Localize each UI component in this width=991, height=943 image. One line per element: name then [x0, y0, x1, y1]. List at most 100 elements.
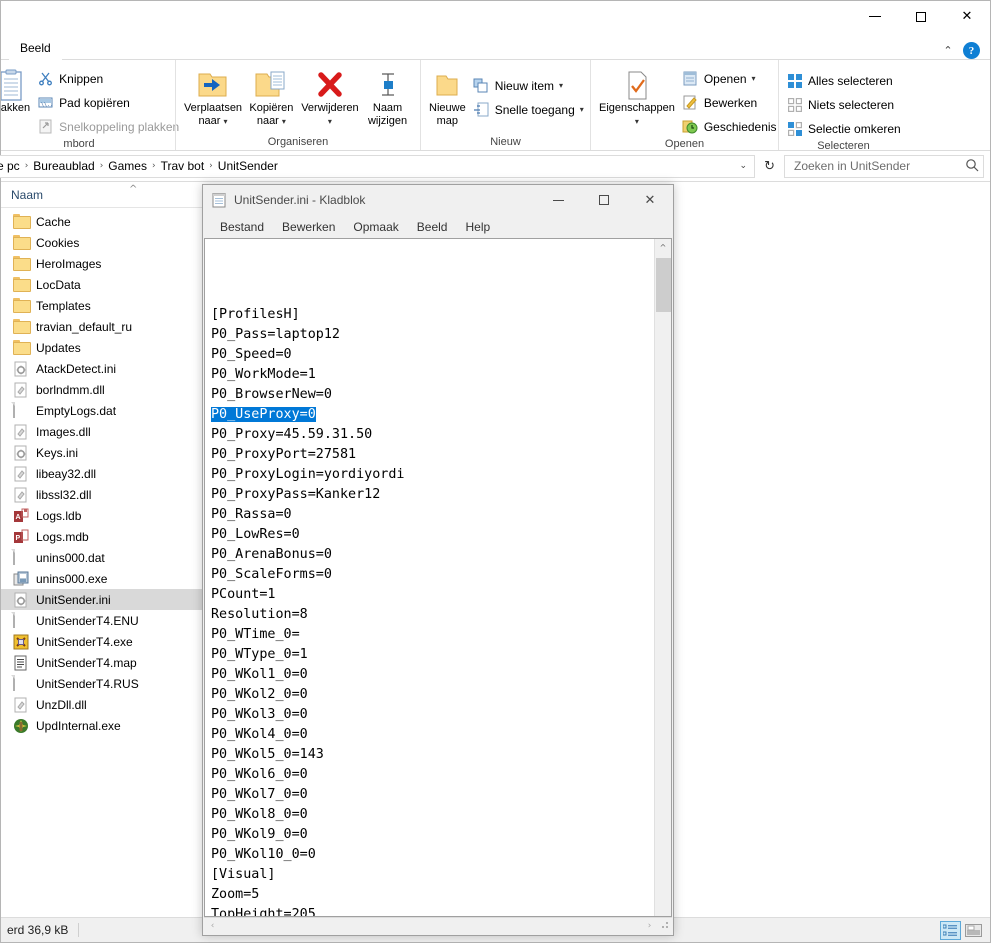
menu-opmaak[interactable]: Opmaak	[344, 217, 407, 237]
breadcrumb-item-0[interactable]: e pc	[0, 159, 23, 173]
document-icon	[13, 611, 15, 628]
notepad-line: P0_ArenaBonus=0	[211, 547, 332, 562]
cut-button[interactable]: Knippen	[34, 67, 184, 90]
quick-access-button[interactable]: Snelle toegang ▾	[470, 98, 589, 121]
menu-beeld[interactable]: Beeld	[408, 217, 457, 237]
breadcrumb-item-3[interactable]: Trav bot	[158, 159, 208, 173]
delete-button[interactable]: Verwijderen ▾	[299, 65, 361, 131]
file-row-travian-default-ru[interactable]: travian_default_ru	[1, 316, 211, 337]
notepad-line: [ProfilesH]	[211, 307, 300, 322]
tab-beeld[interactable]: Beeld	[9, 37, 62, 60]
file-row-emptylogs-dat[interactable]: EmptyLogs.dat	[1, 400, 211, 421]
rename-button[interactable]: Naam wijzigen	[361, 65, 414, 131]
scroll-up-icon[interactable]: ^	[655, 239, 672, 256]
breadcrumb-item-1[interactable]: Bureaublad	[30, 159, 97, 173]
invert-selection-button[interactable]: Selectie omkeren	[783, 117, 906, 140]
file-row-logs-mdb[interactable]: P Logs.mdb	[1, 526, 211, 547]
file-row-logs-ldb[interactable]: A Logs.ldb	[1, 505, 211, 526]
file-row-borlndmm-dll[interactable]: borlndmm.dll	[1, 379, 211, 400]
scroll-right-icon[interactable]: ›	[641, 918, 658, 934]
file-row-unitsendert4-rus[interactable]: UnitSenderT4.RUS	[1, 673, 211, 694]
file-row-libssl32-dll[interactable]: libssl32.dll	[1, 484, 211, 505]
notepad-maximize-button[interactable]	[581, 185, 627, 215]
notepad-minimize-button[interactable]	[535, 185, 581, 215]
new-folder-button[interactable]: Nieuwe map	[427, 65, 468, 131]
scroll-left-icon[interactable]: ‹	[204, 918, 221, 934]
cut-button-label: Knippen	[59, 71, 104, 86]
copy-to-button[interactable]: Kopiëren naar ▾	[244, 65, 299, 131]
breadcrumb-item-2[interactable]: Games	[105, 159, 150, 173]
file-row-unins000-dat[interactable]: unins000.dat	[1, 547, 211, 568]
breadcrumb-separator[interactable]: ›	[150, 161, 158, 171]
file-row-unitsender-ini[interactable]: UnitSender.ini	[1, 589, 209, 610]
notepad-line: P0_WKol1_0=0	[211, 667, 308, 682]
notepad-horizontal-scrollbar[interactable]: ‹ ›	[204, 917, 672, 934]
edit-button[interactable]: Bewerken	[679, 91, 782, 114]
select-all-button[interactable]: Alles selecteren	[783, 69, 906, 92]
notepad-line: P0_WKol5_0=143	[211, 747, 324, 762]
file-row-atackdetect-ini[interactable]: AtackDetect.ini	[1, 358, 211, 379]
resize-grip[interactable]	[658, 918, 672, 934]
refresh-icon[interactable]: ↻	[759, 159, 780, 174]
menu-help[interactable]: Help	[456, 217, 499, 237]
notepad-vertical-scrollbar[interactable]: ^	[654, 239, 671, 916]
collapse-ribbon-icon[interactable]: ⌃	[941, 44, 955, 58]
rename-icon	[373, 68, 403, 102]
title-bar-drag-area[interactable]	[1, 1, 852, 33]
breadcrumb-separator[interactable]: ›	[207, 161, 215, 171]
file-row-templates[interactable]: Templates	[1, 295, 211, 316]
breadcrumb-separator[interactable]: ›	[23, 161, 31, 171]
select-none-button[interactable]: Niets selecteren	[783, 93, 906, 116]
notepad-text-content[interactable]: [ProfilesH] P0_Pass=laptop12 P0_Speed=0 P0_…	[205, 239, 654, 916]
column-header-row: Naam ^	[1, 182, 211, 208]
notepad-close-button[interactable]: ✕	[627, 185, 673, 215]
file-row-cache[interactable]: Cache	[1, 211, 211, 232]
move-to-button[interactable]: Verplaatsen naar ▾	[182, 65, 244, 131]
file-row-updinternal-exe[interactable]: UpdInternal.exe	[1, 715, 211, 736]
large-icons-view-button[interactable]	[963, 921, 984, 940]
properties-button[interactable]: Eigenschappen ▾	[597, 65, 677, 131]
file-row-heroimages[interactable]: HeroImages	[1, 253, 211, 274]
vertical-scroll-thumb[interactable]	[655, 258, 671, 312]
file-list-pane[interactable]: Naam ^ Cache Cookies HeroImages LocData Temp…	[1, 182, 211, 917]
notepad-title-bar[interactable]: UnitSender.ini - Kladblok ✕	[203, 185, 673, 215]
search-box[interactable]	[784, 154, 984, 178]
help-icon[interactable]: ?	[963, 42, 980, 59]
notepad-line: P0_BrowserNew=0	[211, 387, 332, 402]
breadcrumb-separator[interactable]: ›	[98, 161, 106, 171]
breadcrumb-item-4[interactable]: UnitSender	[215, 159, 281, 173]
chevron-down-icon[interactable]: ⌄	[735, 161, 753, 171]
minimize-button[interactable]	[852, 1, 898, 32]
notepad-line: P0_UseProxy=0	[211, 405, 654, 425]
menu-bewerken[interactable]: Bewerken	[273, 217, 344, 237]
copy-path-button[interactable]: \\.. Pad kopiëren	[34, 91, 184, 114]
file-row-unitsendert4-map[interactable]: UnitSenderT4.map	[1, 652, 211, 673]
history-button[interactable]: Geschiedenis	[679, 115, 782, 138]
notepad-line: P0_Speed=0	[211, 347, 292, 362]
file-row-cookies[interactable]: Cookies	[1, 232, 211, 253]
search-icon[interactable]	[965, 158, 979, 175]
file-row-unitsendert4-exe[interactable]: UnitSenderT4.exe	[1, 631, 211, 652]
file-row-unins000-exe[interactable]: unins000.exe	[1, 568, 211, 589]
maximize-button[interactable]	[898, 1, 944, 32]
search-input[interactable]	[792, 158, 965, 174]
file-row-images-dll[interactable]: Images.dll	[1, 421, 211, 442]
menu-bestand[interactable]: Bestand	[211, 217, 273, 237]
file-row-updates[interactable]: Updates	[1, 337, 211, 358]
file-row-keys-ini[interactable]: Keys.ini	[1, 442, 211, 463]
ribbon-tab-strip: Beeld ⌃ ?	[1, 33, 990, 60]
notepad-line: Zoom=5	[211, 887, 260, 902]
notepad-text-area[interactable]: [ProfilesH] P0_Pass=laptop12 P0_Speed=0 P0_…	[204, 238, 672, 917]
breadcrumb-box[interactable]: e pc › Bureaublad › Games › Trav bot › U…	[0, 154, 756, 178]
paste-button[interactable]: Plakken	[1, 65, 32, 118]
open-button[interactable]: Openen ▾	[679, 67, 782, 90]
close-button[interactable]: ✕	[944, 1, 990, 32]
new-item-button[interactable]: Nieuw item ▾	[470, 74, 589, 97]
file-row-locdata[interactable]: LocData	[1, 274, 211, 295]
file-row-unzdll-dll[interactable]: UnzDll.dll	[1, 694, 211, 715]
file-row-libeay32-dll[interactable]: libeay32.dll	[1, 463, 211, 484]
details-view-button[interactable]	[940, 920, 961, 940]
close-icon: ✕	[961, 9, 973, 24]
column-header-naam[interactable]: Naam	[11, 188, 43, 202]
file-row-unitsendert4-enu[interactable]: UnitSenderT4.ENU	[1, 610, 211, 631]
